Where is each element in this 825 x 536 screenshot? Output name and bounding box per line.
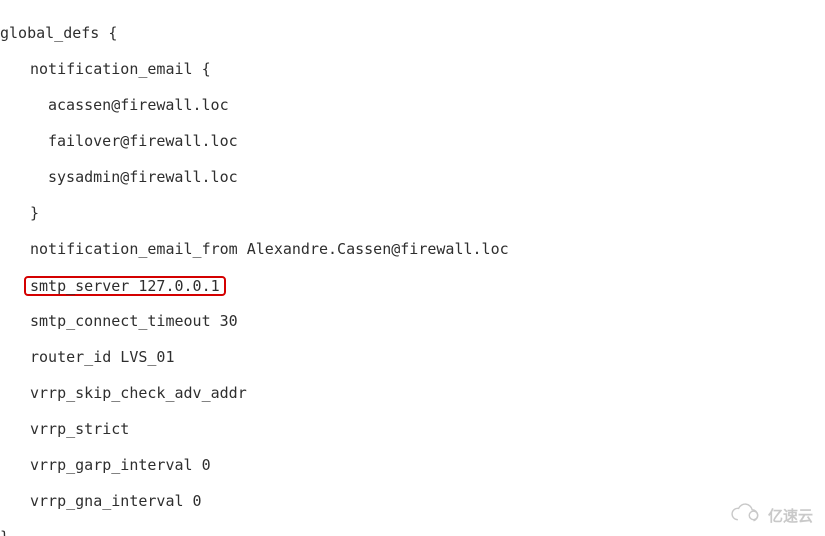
highlight-smtp-server: smtp_server 127.0.0.1 [24,276,226,296]
cfg-notification-email-from: notification_email_from Alexandre.Cassen… [0,240,825,258]
watermark-text: 亿速云 [768,508,813,526]
config-code-block: global_defs { notification_email { acass… [0,0,825,536]
cfg-smtp-server-text: smtp_server 127.0.0.1 [30,278,220,294]
cfg-email-2: failover@firewall.loc [0,132,825,150]
cloud-icon [728,503,762,530]
cfg-vrrp-strict: vrrp_strict [0,420,825,438]
cfg-smtp-server: smtp_server 127.0.0.1 [0,276,825,294]
cfg-smtp-connect-timeout: smtp_connect_timeout 30 [0,312,825,330]
watermark: 亿速云 [728,503,813,530]
cfg-global-defs-close: } [0,528,825,536]
cfg-notification-email-open: notification_email { [0,60,825,78]
cfg-notification-email-close: } [0,204,825,222]
cfg-router-id: router_id LVS_01 [0,348,825,366]
cfg-global-defs-open: global_defs { [0,24,825,42]
cfg-vrrp-skip: vrrp_skip_check_adv_addr [0,384,825,402]
cfg-vrrp-gna: vrrp_gna_interval 0 [0,492,825,510]
cfg-email-1: acassen@firewall.loc [0,96,825,114]
cfg-vrrp-garp: vrrp_garp_interval 0 [0,456,825,474]
cfg-email-3: sysadmin@firewall.loc [0,168,825,186]
